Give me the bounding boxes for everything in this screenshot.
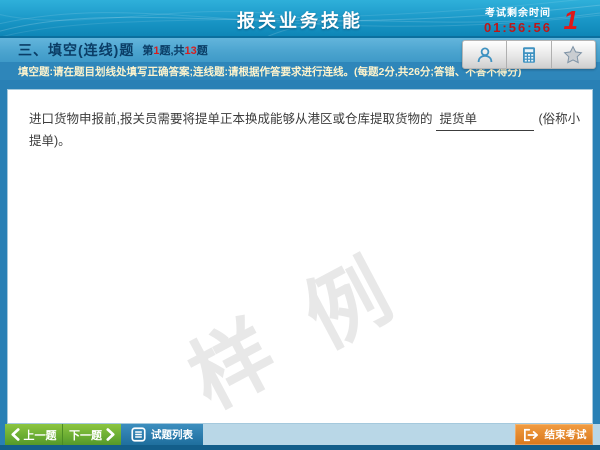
bottom-strip (0, 445, 600, 450)
app-header: 报关业务技能 考试剩余时间 01:56:56 1 (0, 0, 600, 38)
progress-suffix: 题 (197, 45, 208, 57)
question-list-label: 试题列表 (151, 427, 193, 442)
question-list-icon (131, 427, 146, 442)
end-exam-label: 结束考试 (545, 427, 587, 442)
progress-middle: 题,共 (159, 45, 184, 57)
footer-spacer (203, 424, 515, 445)
timer-label: 考试剩余时间 (484, 4, 552, 19)
favorite-tool-button[interactable] (552, 41, 595, 68)
prev-question-button[interactable]: 上一题 (5, 424, 63, 445)
timer-value: 01:56:56 (484, 20, 552, 35)
answer-value: 提货单 (439, 112, 477, 126)
answer-blank[interactable]: 提货单 (436, 109, 534, 131)
content-frame: 样例 进口货物申报前,报关员需要将提单正本换成能够从港区或仓库提取货物的提货单(… (0, 80, 600, 424)
question-text: 进口货物申报前,报关员需要将提单正本换成能够从港区或仓库提取货物的提货单(俗称小… (29, 109, 592, 151)
question-area: 样例 进口货物申报前,报关员需要将提单正本换成能够从港区或仓库提取货物的提货单(… (7, 89, 593, 424)
next-question-button[interactable]: 下一题 (63, 424, 121, 445)
header-toolbar (462, 40, 596, 69)
user-icon (475, 45, 495, 65)
question-type-bar: 三、填空(连线)题 第1题,共13题 (0, 38, 600, 62)
sample-watermark: 样例 (130, 185, 486, 424)
star-icon (563, 45, 583, 65)
exam-timer: 考试剩余时间 01:56:56 (484, 4, 552, 35)
question-text-before: 进口货物申报前,报关员需要将提单正本换成能够从港区或仓库提取货物的 (29, 112, 432, 126)
calculator-icon (519, 45, 539, 65)
instruction-text: 填空题:请在题目划线处填写正确答案;连线题:请根据作答要求进行连线。(每题2分,… (18, 64, 521, 79)
footer-bar: 上一题 下一题 试题列表 结束考试 (0, 424, 600, 445)
user-tool-button[interactable] (463, 41, 507, 68)
prev-question-label: 上一题 (24, 427, 57, 443)
progress-total: 13 (185, 45, 197, 57)
next-question-label: 下一题 (69, 427, 102, 443)
calculator-tool-button[interactable] (507, 41, 551, 68)
question-list-button[interactable]: 试题列表 (121, 424, 203, 445)
exam-window: 报关业务技能 考试剩余时间 01:56:56 1 三、填空(连线)题 第1题,共… (0, 0, 600, 450)
exit-icon (522, 428, 540, 442)
chevron-left-icon (11, 428, 20, 441)
question-progress: 第1题,共13题 (142, 42, 207, 58)
end-exam-button[interactable]: 结束考试 (515, 424, 593, 445)
chevron-right-icon (106, 428, 115, 441)
progress-prefix: 第 (142, 45, 153, 57)
question-number-badge: 1 (564, 5, 578, 36)
footer-right-cap (593, 424, 600, 445)
section-title: 三、填空(连线)题 (18, 40, 134, 60)
